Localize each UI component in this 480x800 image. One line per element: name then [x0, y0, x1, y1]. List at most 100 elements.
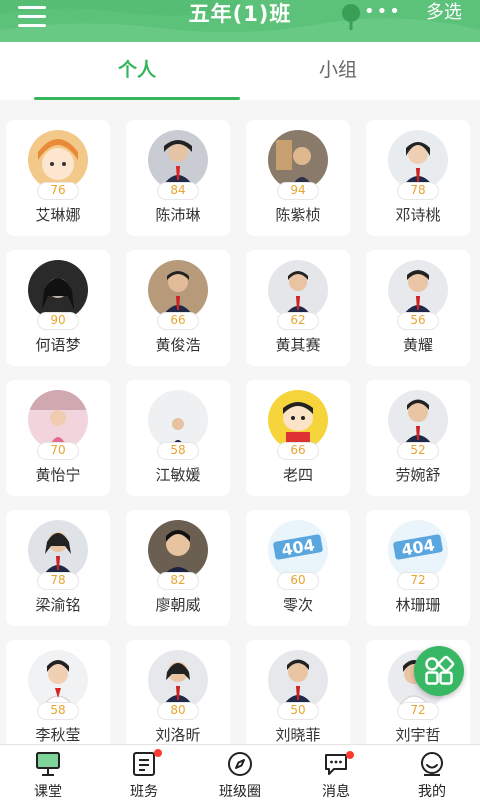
score-badge: 70	[37, 442, 79, 460]
student-name: 陈紫桢	[275, 206, 321, 224]
student-name: 廖朝威	[155, 596, 201, 614]
bottom-nav: 课堂 班务 班级圈 消息 我的	[0, 744, 480, 800]
compass-icon	[228, 752, 252, 776]
student-card[interactable]: 404 72 林珊珊	[366, 510, 470, 626]
score-badge: 60	[277, 572, 319, 590]
classroom-icon	[36, 752, 60, 776]
student-name: 梁渝铭	[35, 596, 81, 614]
student-avatar	[28, 390, 88, 450]
score-badge: 58	[157, 442, 199, 460]
menu-button[interactable]	[14, 2, 50, 32]
student-grid: 76 艾琳娜 84 陈沛琳 94 陈紫桢 78 邓诗桃 90 何语梦 66 黄俊…	[0, 100, 480, 744]
student-card[interactable]: 70 黄怡宁	[6, 380, 110, 496]
student-name: 黄其赛	[275, 336, 321, 354]
student-name: 黄俊浩	[155, 336, 201, 354]
score-badge: 90	[37, 312, 79, 330]
student-name: 刘洛昕	[155, 726, 201, 744]
student-avatar	[148, 130, 208, 190]
grid-layout-icon	[425, 655, 455, 685]
score-badge: 80	[157, 702, 199, 720]
score-badge: 50	[277, 702, 319, 720]
student-avatar	[388, 260, 448, 320]
notification-dot	[154, 749, 162, 757]
student-name: 刘宇哲	[395, 726, 441, 744]
score-badge: 66	[157, 312, 199, 330]
nav-label: 课堂	[34, 784, 62, 800]
student-avatar: 404	[268, 520, 328, 580]
student-avatar	[28, 650, 88, 710]
score-badge: 58	[37, 702, 79, 720]
student-card[interactable]: 84 陈沛琳	[126, 120, 230, 236]
student-avatar	[388, 390, 448, 450]
student-name: 李秋莹	[35, 726, 81, 744]
app-header: 五年(1)班 ••• 多选	[0, 0, 480, 42]
nav-item-profile[interactable]: 我的	[384, 745, 480, 800]
student-name: 林珊珊	[395, 596, 441, 614]
student-avatar	[148, 650, 208, 710]
student-avatar: 404	[388, 520, 448, 580]
student-name: 何语梦	[35, 336, 81, 354]
tab-group[interactable]: 小组	[218, 42, 458, 100]
student-name: 艾琳娜	[35, 206, 81, 224]
student-avatar	[28, 260, 88, 320]
student-card[interactable]: 80 刘洛昕	[126, 640, 230, 744]
more-dots-icon[interactable]: •••	[364, 3, 402, 21]
nav-item-classroom[interactable]: 课堂	[0, 745, 96, 800]
student-name: 刘晓菲	[275, 726, 321, 744]
score-badge: 84	[157, 182, 199, 200]
student-card[interactable]: 66 老四	[246, 380, 350, 496]
student-name: 劳婉舒	[395, 466, 441, 484]
student-name: 老四	[282, 466, 313, 484]
student-card[interactable]: 404 60 零次	[246, 510, 350, 626]
tab-bar: 个人 小组	[0, 42, 480, 100]
multi-select-button[interactable]: 多选	[426, 0, 462, 26]
nav-item-class-circle[interactable]: 班级圈	[192, 745, 288, 800]
nav-item-messages[interactable]: 消息	[288, 745, 384, 800]
student-card[interactable]: 82 廖朝威	[126, 510, 230, 626]
student-card[interactable]: 78 梁渝铭	[6, 510, 110, 626]
score-badge: 82	[157, 572, 199, 590]
student-card[interactable]: 62 黄其赛	[246, 250, 350, 366]
student-card[interactable]: 50 刘晓菲	[246, 640, 350, 744]
student-avatar	[148, 520, 208, 580]
score-badge: 76	[37, 182, 79, 200]
student-avatar	[268, 650, 328, 710]
student-name: 江敏媛	[155, 466, 201, 484]
student-avatar	[268, 260, 328, 320]
score-badge: 78	[37, 572, 79, 590]
student-card[interactable]: 66 黄俊浩	[126, 250, 230, 366]
student-avatar	[148, 260, 208, 320]
student-avatar	[28, 130, 88, 190]
student-card[interactable]: 78 邓诗桃	[366, 120, 470, 236]
student-avatar	[268, 390, 328, 450]
student-avatar	[28, 520, 88, 580]
student-avatar	[148, 390, 208, 450]
grid-layout-float-button[interactable]	[414, 646, 464, 696]
nav-label: 班务	[130, 784, 158, 800]
page-title: 五年(1)班	[188, 2, 292, 26]
student-name: 黄怡宁	[35, 466, 81, 484]
score-badge: 72	[397, 572, 439, 590]
student-card[interactable]: 76 艾琳娜	[6, 120, 110, 236]
nav-label: 消息	[322, 784, 350, 800]
student-card[interactable]: 90 何语梦	[6, 250, 110, 366]
score-badge: 94	[277, 182, 319, 200]
student-card[interactable]: 58 江敏媛	[126, 380, 230, 496]
student-card[interactable]: 56 黄耀	[366, 250, 470, 366]
nav-label: 班级圈	[219, 784, 261, 800]
score-badge: 72	[397, 702, 439, 720]
notification-dot	[346, 751, 354, 759]
student-card[interactable]: 94 陈紫桢	[246, 120, 350, 236]
student-card[interactable]: 52 劳婉舒	[366, 380, 470, 496]
student-avatar	[268, 130, 328, 190]
profile-icon	[421, 752, 443, 776]
student-name: 陈沛琳	[155, 206, 201, 224]
student-card[interactable]: 58 李秋莹	[6, 640, 110, 744]
nav-item-class-affairs[interactable]: 班务	[96, 745, 192, 800]
nav-label: 我的	[418, 784, 446, 800]
student-name: 零次	[282, 596, 313, 614]
score-badge: 62	[277, 312, 319, 330]
student-name: 邓诗桃	[395, 206, 441, 224]
score-badge: 56	[397, 312, 439, 330]
student-name: 黄耀	[402, 336, 433, 354]
